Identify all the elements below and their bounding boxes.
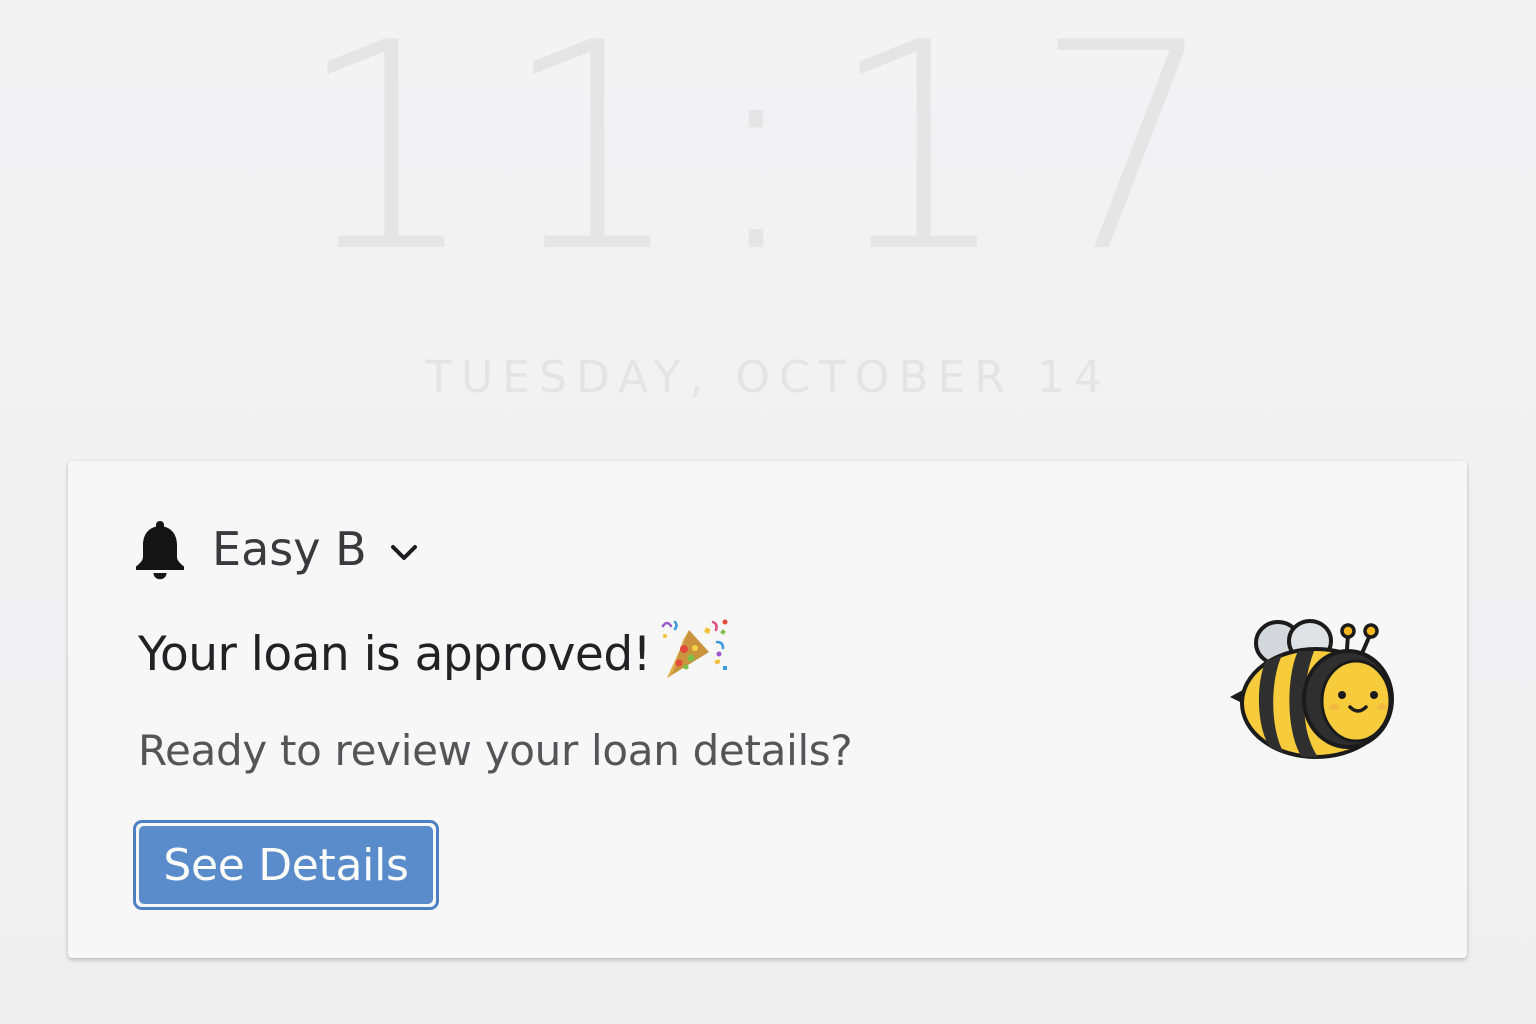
lock-screen-date: TUESDAY, OCTOBER 14 — [425, 352, 1111, 403]
see-details-button[interactable]: See Details — [133, 820, 439, 910]
lock-screen-clock: 11:17 — [295, 0, 1241, 315]
notification-title-row: Your loan is approved! — [138, 619, 731, 682]
notification-header: Easy B — [134, 517, 419, 581]
app-name: Easy B — [212, 522, 367, 576]
notification-card[interactable]: Easy B Your loan is approved! Ready to r… — [68, 461, 1467, 958]
chevron-down-icon[interactable] — [389, 543, 419, 563]
see-details-button-label: See Details — [139, 826, 433, 904]
lock-screen: 11:17 TUESDAY, OCTOBER 14 Easy B Your lo… — [0, 0, 1536, 1024]
bell-icon — [136, 521, 184, 580]
party-popper-icon — [661, 619, 728, 678]
bee-icon — [1230, 619, 1394, 759]
notification-body: Ready to review your loan details? — [138, 726, 853, 775]
notification-title: Your loan is approved! — [138, 627, 652, 682]
